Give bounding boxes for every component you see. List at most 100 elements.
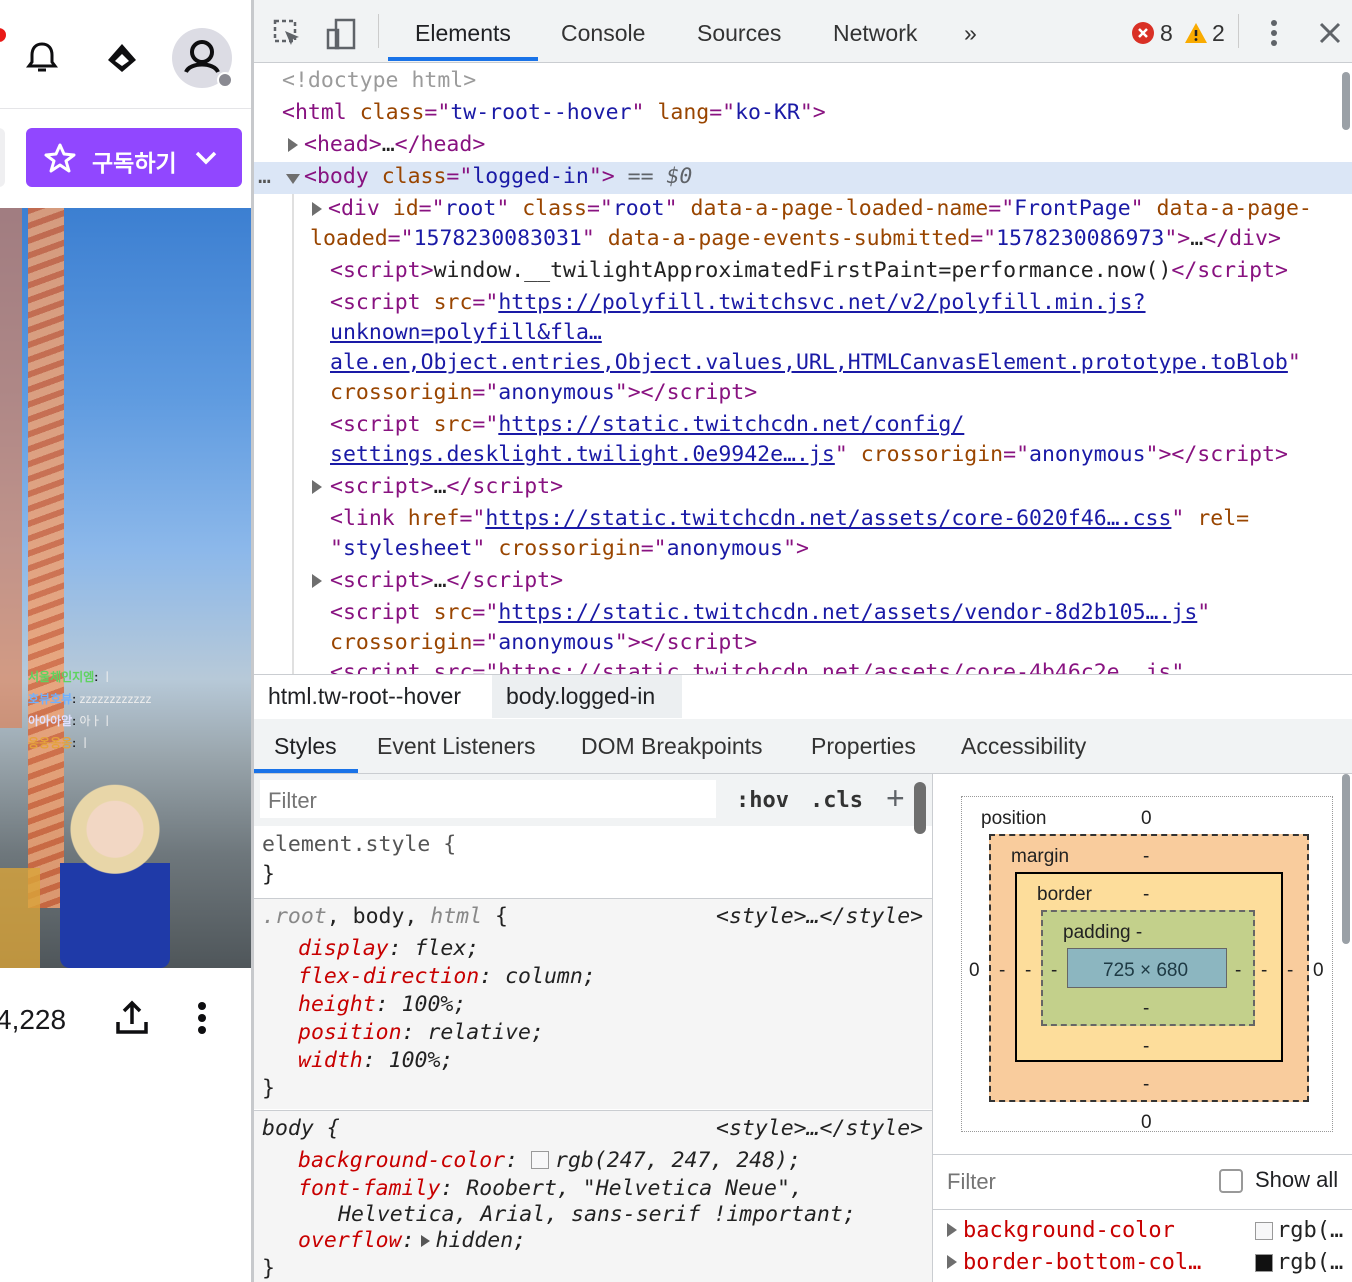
inspect-element-icon[interactable] xyxy=(272,18,302,48)
html-node[interactable]: <html class="tw-root--hover" lang="ko-KR… xyxy=(282,100,826,125)
margin-right-value[interactable]: - xyxy=(1287,960,1293,982)
padding-bottom-value[interactable]: - xyxy=(1143,998,1149,1020)
border-top-value[interactable]: - xyxy=(1143,884,1149,906)
rule2-prop-overflow[interactable]: overflow: hidden; xyxy=(298,1228,526,1253)
computed-filter-input[interactable]: Filter xyxy=(947,1169,996,1195)
border-left-value[interactable]: - xyxy=(1025,960,1031,982)
rule1-prop-width[interactable]: width: 100%; xyxy=(298,1048,453,1073)
margin-left-value[interactable]: - xyxy=(999,960,1005,982)
polyfill-script-node-cont[interactable]: ale.en,Object.entries,Object.values,URL,… xyxy=(330,350,1301,375)
tab-dom-breakpoints[interactable]: DOM Breakpoints xyxy=(581,733,763,760)
inline-script-node[interactable]: <script>window.__twilightApproximatedFir… xyxy=(330,258,1288,283)
box-pane-scrollbar[interactable] xyxy=(1342,774,1350,944)
rule2-prop-font-family[interactable]: font-family: Roobert, "Helvetica Neue", xyxy=(298,1176,803,1201)
rule1-prop-flex-direction[interactable]: flex-direction: column; xyxy=(298,964,596,989)
position-bottom-value[interactable]: 0 xyxy=(1141,1112,1152,1134)
root-div-node-cont[interactable]: loaded="1578230083031" data-a-page-event… xyxy=(310,226,1281,251)
breadcrumb-html[interactable]: html.tw-root--hover xyxy=(268,683,461,710)
tab-elements[interactable]: Elements xyxy=(415,20,511,47)
computed-prop-name[interactable]: border-bottom-col… xyxy=(963,1250,1201,1275)
bell-icon[interactable] xyxy=(22,38,62,78)
polyfill-script-node[interactable]: <script src="https://polyfill.twitchsvc.… xyxy=(330,290,1146,315)
rule2-selector[interactable]: body { xyxy=(262,1116,340,1141)
color-swatch[interactable] xyxy=(1255,1222,1273,1240)
root-div-node[interactable]: <div id="root" class="root" data-a-page-… xyxy=(328,196,1312,221)
config-script-node[interactable]: <script src="https://static.twitchcdn.ne… xyxy=(330,412,964,437)
content-size[interactable]: 725 × 680 xyxy=(1103,960,1188,982)
vendor-link[interactable]: https://static.twitchcdn.net/assets/vend… xyxy=(498,600,1197,625)
tab-sources[interactable]: Sources xyxy=(697,20,781,47)
node-menu-ellipsis[interactable]: … xyxy=(258,164,271,189)
error-count[interactable]: 8 xyxy=(1160,20,1173,47)
script-node[interactable]: <script>…</script> xyxy=(330,474,563,499)
more-vertical-icon[interactable] xyxy=(190,998,214,1038)
video-player[interactable]: 서울체인지엠: ㅣ 호뷰호뷰: zzzzzzzzzzzz 아아아알: 아ㅏㅣ 응… xyxy=(0,208,251,968)
rule2-prop-background[interactable]: background-color: rgb(247, 247, 248); xyxy=(298,1148,801,1173)
config-link[interactable]: https://static.twitchcdn.net/config/ xyxy=(498,412,964,437)
breadcrumb-body[interactable]: body.logged-in xyxy=(506,683,655,710)
collapse-triangle[interactable] xyxy=(286,174,300,184)
computed-prop-value[interactable]: rgb(… xyxy=(1277,1218,1343,1243)
more-tabs-button[interactable]: » xyxy=(964,20,977,47)
polyfill-link[interactable]: ale.en,Object.entries,Object.values,URL,… xyxy=(330,350,1288,375)
rule2-origin[interactable]: <style>…</style> xyxy=(716,1116,923,1141)
position-top-value[interactable]: 0 xyxy=(1141,808,1152,830)
tab-console[interactable]: Console xyxy=(561,20,645,47)
share-icon[interactable] xyxy=(112,998,152,1038)
rule1-prop-display[interactable]: display: flex; xyxy=(298,936,479,961)
dom-scrollbar[interactable] xyxy=(1342,72,1350,130)
color-swatch[interactable] xyxy=(531,1151,549,1169)
core-script-node-cut[interactable]: <script src="https://static.twitchcdn.ne… xyxy=(330,660,1184,674)
rule1-selector[interactable]: .root, body, html { xyxy=(262,904,508,929)
subscribe-button[interactable]: 구독하기 xyxy=(26,128,242,187)
link-node[interactable]: <link href="https://static.twitchcdn.net… xyxy=(330,506,1249,531)
expand-triangle[interactable] xyxy=(420,1235,430,1247)
expand-triangle[interactable] xyxy=(947,1223,957,1237)
border-bottom-value[interactable]: - xyxy=(1143,1036,1149,1058)
doctype-node[interactable]: <!doctype html> xyxy=(282,68,476,93)
css-link[interactable]: https://static.twitchcdn.net/assets/core… xyxy=(485,506,1171,531)
position-right-value[interactable]: 0 xyxy=(1313,960,1324,982)
warning-icon[interactable] xyxy=(1184,22,1208,44)
position-left-value[interactable]: 0 xyxy=(969,960,980,982)
config-link[interactable]: settings.desklight.twilight.0e9942e….js xyxy=(330,442,835,467)
styles-filter-input[interactable]: Filter xyxy=(260,780,716,818)
rule2-prop-font-family-cont[interactable]: Helvetica, Arial, sans-serif !important; xyxy=(338,1202,856,1227)
tab-styles[interactable]: Styles xyxy=(274,733,337,760)
hov-button[interactable]: :hov xyxy=(736,788,789,813)
config-script-node-cont[interactable]: settings.desklight.twilight.0e9942e….js"… xyxy=(330,442,1288,467)
script-node[interactable]: <script>…</script> xyxy=(330,568,563,593)
rule1-origin[interactable]: <style>…</style> xyxy=(716,904,923,929)
warning-count[interactable]: 2 xyxy=(1212,20,1225,47)
vendor-script-node[interactable]: <script src="https://static.twitchcdn.ne… xyxy=(330,600,1210,625)
element-style-rule[interactable]: element.style { xyxy=(262,832,456,857)
close-icon[interactable] xyxy=(1318,21,1342,45)
error-icon[interactable] xyxy=(1132,22,1154,44)
show-all-checkbox[interactable] xyxy=(1219,1169,1243,1193)
link-node-cont[interactable]: "stylesheet" crossorigin="anonymous"> xyxy=(330,536,809,561)
margin-bottom-value[interactable]: - xyxy=(1143,1074,1149,1096)
padding-right-value[interactable]: - xyxy=(1235,960,1241,982)
rule1-prop-position[interactable]: position: relative; xyxy=(298,1020,544,1045)
crown-icon[interactable] xyxy=(102,38,142,78)
device-toolbar-icon[interactable] xyxy=(326,18,356,50)
color-swatch[interactable] xyxy=(1255,1254,1273,1272)
polyfill-script-node-cont[interactable]: crossorigin="anonymous"></script> xyxy=(330,380,757,405)
polyfill-link[interactable]: https://polyfill.twitchsvc.net/v2/polyfi… xyxy=(498,290,1145,315)
margin-top-value[interactable]: - xyxy=(1143,846,1149,868)
expand-triangle[interactable] xyxy=(947,1255,957,1269)
tab-accessibility[interactable]: Accessibility xyxy=(961,733,1086,760)
tab-network[interactable]: Network xyxy=(833,20,917,47)
expand-triangle[interactable] xyxy=(312,202,322,216)
kebab-menu-icon[interactable] xyxy=(1264,18,1284,48)
expand-triangle[interactable] xyxy=(312,574,322,588)
head-node[interactable]: <head>…</head> xyxy=(304,132,485,157)
tab-event-listeners[interactable]: Event Listeners xyxy=(377,733,536,760)
tab-properties[interactable]: Properties xyxy=(811,733,916,760)
new-rule-button[interactable]: + xyxy=(886,780,905,817)
padding-left-value[interactable]: - xyxy=(1051,960,1057,982)
body-node[interactable]: <body class="logged-in"> == $0 xyxy=(304,164,692,189)
computed-prop-name[interactable]: background-color xyxy=(963,1218,1175,1243)
expand-triangle[interactable] xyxy=(288,138,298,152)
border-right-value[interactable]: - xyxy=(1261,960,1267,982)
